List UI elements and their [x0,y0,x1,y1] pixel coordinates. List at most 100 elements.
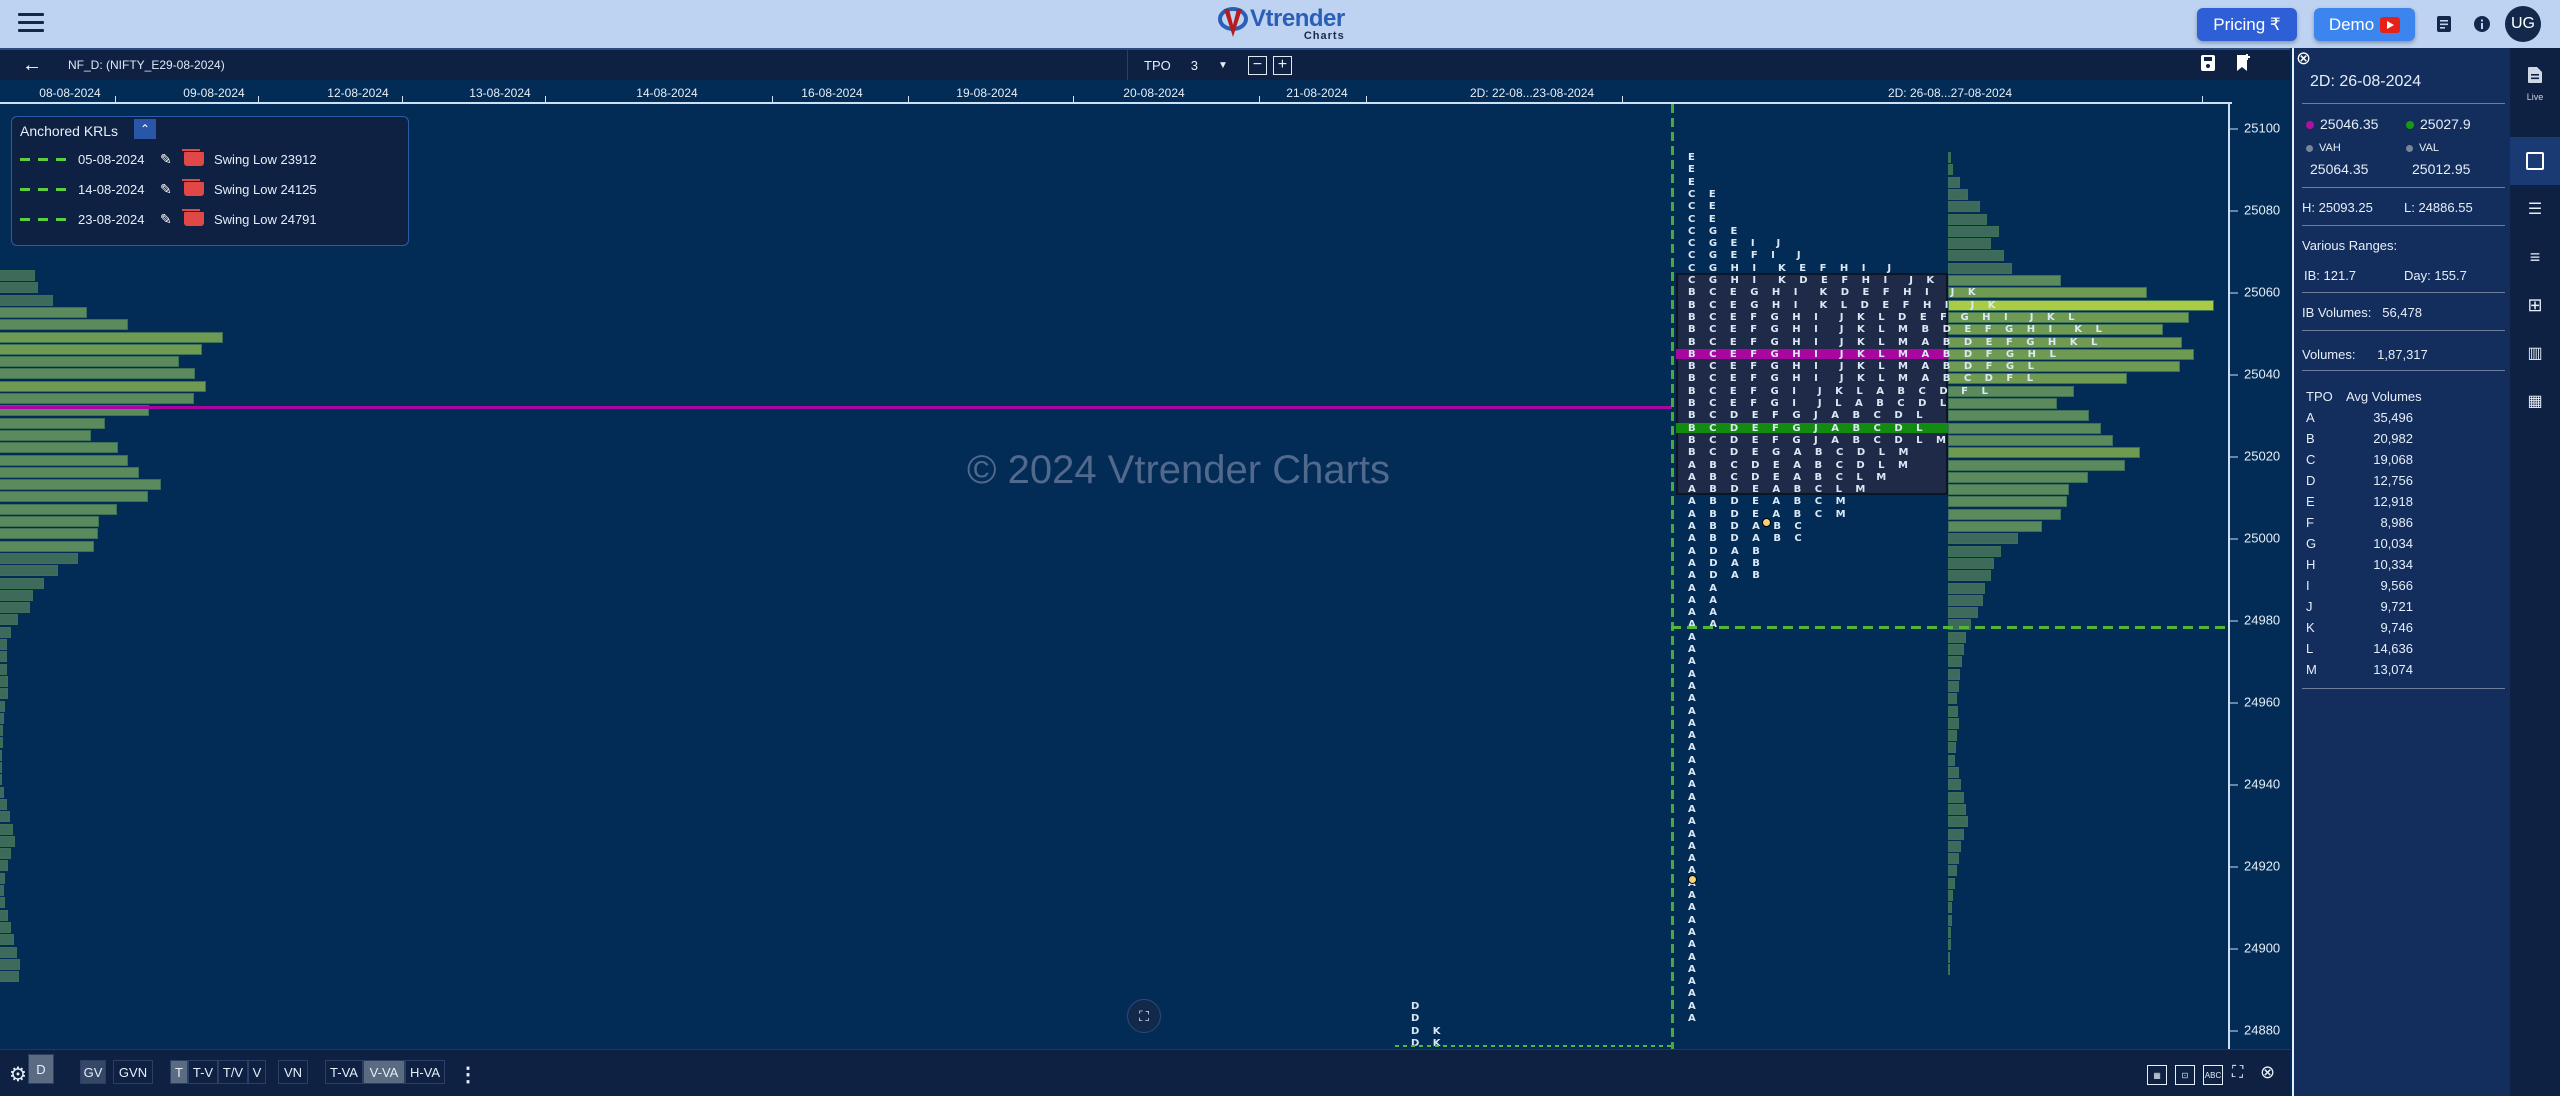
pencil-icon[interactable]: ✎ [160,211,182,228]
back-arrow-icon[interactable]: ← [22,54,42,77]
volume-bar [1948,877,1956,889]
view-button-tv[interactable]: T-V [188,1060,218,1084]
volume-bar [0,909,8,921]
date-tick [115,96,116,102]
view-button-gvn[interactable]: GVN [113,1060,153,1084]
volume-bar [1948,398,2058,409]
tpo-single-print: A [1688,963,1701,975]
tpo-avg-volume: 12,918 [2373,494,2413,509]
tpo-size-select[interactable]: 3 [1191,58,1198,73]
trash-icon[interactable] [182,209,204,226]
rail-grid-layout[interactable]: ⊞ [2510,281,2560,329]
date-label: 08-08-2024 [39,86,101,100]
view-button-t[interactable]: T [170,1060,188,1084]
volume-bar [1948,902,1953,914]
divider [2302,292,2505,293]
save-icon[interactable] [2200,54,2218,74]
zoom-out-button[interactable]: − [1247,55,1267,75]
view-button-v[interactable]: V [248,1060,266,1084]
hamburger-icon[interactable] [18,13,44,33]
volume-bar [0,663,7,675]
square-icon [2526,152,2544,170]
krl-label: Swing Low 24125 [214,181,317,197]
rail-split-profile[interactable]: ☰ [2510,185,2560,233]
more-options-icon[interactable]: ⋮ [458,1062,478,1087]
tpo-row: A B D E A B C L M [1688,484,1871,496]
ranges-label: Various Ranges: [2302,238,2398,253]
price-axis[interactable]: 25100 25080 25060 25040 25020 25000 24980 24960… [2228,104,2290,1049]
val-value: 25012.95 [2412,161,2471,177]
view-button-d[interactable]: D [28,1054,54,1084]
volume-bar [1948,201,1980,213]
trash-icon[interactable] [182,149,204,166]
tpo-single-print: A [1688,902,1701,914]
zoom-in-button[interactable]: + [1272,55,1292,75]
volume-bar [0,688,8,700]
document-icon[interactable] [2434,14,2454,34]
price-tick-label: 24980 [2230,613,2280,628]
grid-icon[interactable]: ▦ [2147,1065,2167,1085]
krl-collapse-button[interactable]: ⌃ [134,119,156,139]
profile-details-panel: ⊗ 2D: 26-08-2024 25046.35 25027.9 VAH VA… [2292,48,2510,1096]
bookmark-add-icon[interactable] [2235,54,2253,74]
date-tick [1259,96,1260,102]
krl-item: 14-08-2024 ✎ Swing Low 24125 [20,179,317,199]
tpo-row: C G E [1688,225,1743,237]
abc-label-icon[interactable]: ABC [2203,1065,2223,1085]
info-icon[interactable] [2472,14,2492,34]
volume-bar [0,774,2,786]
rail-live[interactable]: Live [2510,56,2560,112]
close-panel-icon[interactable]: ⊗ [2296,48,2311,69]
chevron-down-icon[interactable]: ▼ [1218,60,1228,71]
trash-icon[interactable] [182,179,204,196]
tpo-row: C G H I K D E F H I J K [1688,275,1940,286]
focus-center-icon[interactable]: ⛶ [2232,1064,2243,1082]
open-marker-icon [1688,875,1697,884]
profile-date-title: 2D: 26-08-2024 [2310,73,2422,90]
grid9-layout-icon: ▦ [2527,393,2543,410]
pricing-button[interactable]: Pricing ₹ [2197,8,2297,41]
price-tick-label: 24940 [2230,777,2280,792]
close-circle-icon[interactable]: ⊗ [2260,1062,2275,1083]
pencil-icon[interactable]: ✎ [160,151,182,168]
demo-button[interactable]: Demo [2314,8,2415,41]
top-header: Vtrender Charts Pricing ₹ Demo UG [0,0,2560,48]
volume-bar [0,958,20,970]
user-avatar[interactable]: UG [2505,6,2541,42]
volume-bar [0,786,4,798]
settings-gear-icon[interactable]: ⚙ [9,1062,27,1087]
tpo-single-print: A [1688,693,1701,705]
fit-center-button[interactable]: ⛶ [1127,999,1161,1033]
view-button-vn[interactable]: VN [278,1060,308,1084]
tpo-row: A A [1688,594,1722,606]
view-button-tva[interactable]: T-VA [325,1060,363,1084]
volume-bar [1948,459,2126,471]
chart-image-icon[interactable]: ⊡ [2175,1065,2195,1085]
volume-bar [0,516,99,527]
rail-single-profile[interactable] [2510,137,2560,185]
rail-grid9-layout[interactable]: ▦ [2510,377,2560,425]
volume-bar [0,319,128,331]
volume-bar [1948,484,2069,496]
rail-rows-layout[interactable]: ≡ [2510,233,2560,281]
tpo-avg-volume: 13,074 [2373,662,2413,677]
rail-columns-layout[interactable]: ▥ [2510,329,2560,377]
view-button-tv[interactable]: T/V [218,1060,248,1084]
pencil-icon[interactable]: ✎ [160,181,182,198]
vtrender-logo[interactable]: Vtrender Charts [1218,4,1345,44]
price-tick-label: 25080 [2230,203,2280,218]
tpo-row: B C E F G I J K L A B C D F L [1688,385,1993,397]
tpo-row-prev: D K [1411,1025,1446,1037]
view-button-vva[interactable]: V-VA [363,1060,405,1084]
date-label: 2D: 22-08...23-08-2024 [1469,86,1595,100]
volume-bar [1948,926,1951,938]
volume-bar [1948,238,1991,250]
volumes: Volumes: 1,87,317 [2302,347,2428,362]
tpo-avg-volume: 9,746 [2380,620,2413,635]
view-button-gv[interactable]: GV [80,1060,106,1084]
tpo-row: B C D E G A B C D L M [1688,447,1914,459]
krl-label: Swing Low 23912 [214,151,317,167]
volume-bar [0,675,8,687]
view-button-hva[interactable]: H-VA [405,1060,445,1084]
tpo-row: A B C D E A B C L M [1688,471,1892,483]
